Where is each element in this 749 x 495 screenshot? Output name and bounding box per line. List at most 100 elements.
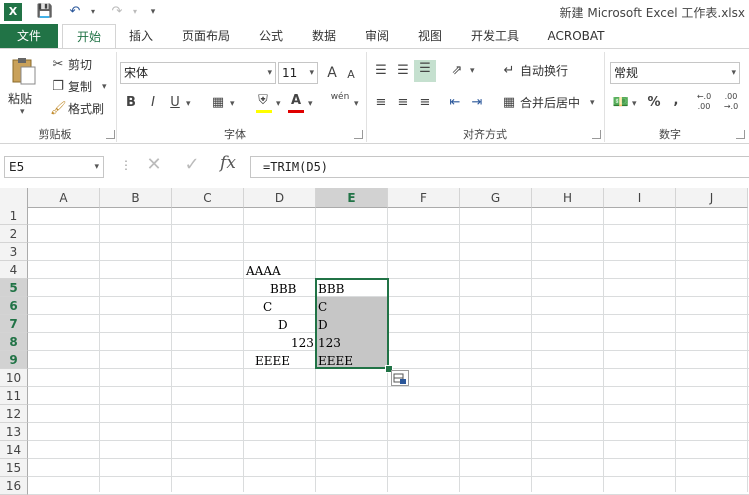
- column-header-d[interactable]: D: [244, 188, 316, 208]
- cell-d9[interactable]: EEEE: [255, 352, 290, 370]
- increase-decimal-icon[interactable]: ←.0.00: [694, 92, 714, 112]
- wrap-text-icon[interactable]: ↵: [500, 62, 518, 80]
- name-box-dropdown-icon[interactable]: ▾: [94, 157, 99, 177]
- enter-icon[interactable]: ✓: [180, 156, 204, 174]
- paste-label[interactable]: 粘贴: [8, 90, 32, 108]
- borders-icon[interactable]: ▦: [210, 94, 226, 112]
- undo-dropdown-icon[interactable]: ▾: [84, 3, 102, 21]
- orientation-dropdown-icon[interactable]: ▾: [470, 66, 475, 76]
- clipboard-launcher-icon[interactable]: [106, 130, 115, 139]
- number-launcher-icon[interactable]: [736, 130, 745, 139]
- column-header-f[interactable]: F: [388, 188, 460, 208]
- cell-d5[interactable]: BBB: [270, 280, 296, 298]
- accounting-format-icon[interactable]: 💵: [612, 94, 630, 112]
- select-all-button[interactable]: [0, 188, 28, 208]
- accounting-dropdown-icon[interactable]: ▾: [632, 99, 637, 109]
- merge-center-button[interactable]: 合并后居中: [520, 94, 580, 112]
- auto-fill-options-button[interactable]: [391, 370, 409, 386]
- underline-button[interactable]: U: [168, 94, 182, 112]
- row-header-15[interactable]: 15: [0, 459, 28, 477]
- row-header-3[interactable]: 3: [0, 243, 28, 261]
- decrease-indent-icon[interactable]: ⇤: [446, 94, 464, 112]
- row-header-5[interactable]: 5: [0, 279, 28, 297]
- align-top-icon[interactable]: ☰: [372, 62, 390, 80]
- font-color-dropdown-icon[interactable]: ▾: [308, 99, 313, 109]
- copy-dropdown-icon[interactable]: ▾: [102, 82, 107, 92]
- row-header-7[interactable]: 7: [0, 315, 28, 333]
- merge-dropdown-icon[interactable]: ▾: [590, 98, 595, 108]
- borders-dropdown-icon[interactable]: ▾: [230, 99, 235, 109]
- tab-insert[interactable]: 插入: [120, 24, 162, 48]
- font-size-dropdown-icon[interactable]: ▾: [309, 63, 314, 83]
- cell-d4[interactable]: AAAA: [246, 262, 281, 280]
- underline-dropdown-icon[interactable]: ▾: [186, 99, 191, 109]
- formula-input[interactable]: =TRIM(D5): [250, 156, 749, 178]
- font-name-dropdown-icon[interactable]: ▾: [267, 63, 272, 83]
- paste-dropdown-icon[interactable]: ▾: [20, 107, 25, 117]
- cancel-icon[interactable]: ✕: [142, 156, 166, 174]
- save-icon[interactable]: 💾: [36, 3, 54, 21]
- row-header-12[interactable]: 12: [0, 405, 28, 423]
- number-format-dropdown-icon[interactable]: ▾: [731, 63, 736, 83]
- cell-d8[interactable]: 123: [291, 334, 314, 352]
- tab-home[interactable]: 开始: [62, 24, 116, 49]
- tab-file[interactable]: 文件: [0, 24, 58, 48]
- align-left-icon[interactable]: ≡: [372, 94, 390, 112]
- decrease-decimal-icon[interactable]: .00 →.0: [720, 92, 742, 112]
- row-header-6[interactable]: 6: [0, 297, 28, 315]
- tab-formulas[interactable]: 公式: [250, 24, 292, 48]
- orientation-icon[interactable]: ⇗: [448, 62, 466, 80]
- column-header-b[interactable]: B: [100, 188, 172, 208]
- align-middle-icon[interactable]: ☰: [394, 62, 412, 80]
- row-header-9[interactable]: 9: [0, 351, 28, 369]
- tab-data[interactable]: 数据: [303, 24, 345, 48]
- undo-icon[interactable]: ↶: [66, 3, 84, 21]
- name-box[interactable]: E5 ▾: [4, 156, 104, 178]
- fill-color-dropdown-icon[interactable]: ▾: [276, 99, 281, 109]
- row-header-16[interactable]: 16: [0, 477, 28, 495]
- tab-page-layout[interactable]: 页面布局: [174, 24, 238, 48]
- insert-function-icon[interactable]: fx: [216, 154, 240, 172]
- bold-button[interactable]: B: [124, 94, 138, 112]
- cell-d7[interactable]: D: [278, 316, 288, 334]
- column-header-j[interactable]: J: [676, 188, 748, 208]
- redo-dropdown-icon[interactable]: ▾: [126, 3, 144, 21]
- copy-button[interactable]: 复制: [68, 78, 92, 96]
- cell-d6[interactable]: C: [263, 298, 272, 316]
- customize-quick-access-icon[interactable]: ▾: [144, 3, 162, 21]
- italic-button[interactable]: I: [146, 94, 160, 112]
- align-right-icon[interactable]: ≡: [416, 94, 434, 112]
- column-header-c[interactable]: C: [172, 188, 244, 208]
- number-format-combo[interactable]: 常规 ▾: [610, 62, 740, 84]
- row-header-2[interactable]: 2: [0, 225, 28, 243]
- row-header-8[interactable]: 8: [0, 333, 28, 351]
- column-header-a[interactable]: A: [28, 188, 100, 208]
- shrink-font-icon[interactable]: A: [344, 66, 358, 84]
- alignment-launcher-icon[interactable]: [592, 130, 601, 139]
- row-header-10[interactable]: 10: [0, 369, 28, 387]
- increase-indent-icon[interactable]: ⇥: [468, 94, 486, 112]
- percent-style-button[interactable]: %: [646, 94, 662, 112]
- row-header-13[interactable]: 13: [0, 423, 28, 441]
- phonetic-dropdown-icon[interactable]: ▾: [354, 99, 359, 109]
- column-header-h[interactable]: H: [532, 188, 604, 208]
- tab-review[interactable]: 审阅: [356, 24, 398, 48]
- column-header-g[interactable]: G: [460, 188, 532, 208]
- cut-icon[interactable]: ✂: [50, 56, 66, 74]
- cut-button[interactable]: 剪切: [68, 56, 92, 74]
- redo-icon[interactable]: ↷: [108, 3, 126, 21]
- tab-developer[interactable]: 开发工具: [462, 24, 528, 48]
- align-center-icon[interactable]: ≡: [394, 94, 412, 112]
- tab-acrobat[interactable]: ACROBAT: [540, 24, 612, 48]
- font-size-combo[interactable]: 11 ▾: [278, 62, 318, 84]
- row-header-11[interactable]: 11: [0, 387, 28, 405]
- phonetic-guide-button[interactable]: wén: [330, 92, 350, 102]
- column-header-e[interactable]: E: [316, 188, 388, 208]
- comma-style-button[interactable]: ,: [670, 92, 682, 110]
- tab-view[interactable]: 视图: [409, 24, 451, 48]
- row-header-4[interactable]: 4: [0, 261, 28, 279]
- format-painter-button[interactable]: 格式刷: [68, 100, 104, 118]
- wrap-text-button[interactable]: 自动换行: [520, 62, 568, 80]
- row-header-14[interactable]: 14: [0, 441, 28, 459]
- copy-icon[interactable]: ❐: [50, 78, 66, 96]
